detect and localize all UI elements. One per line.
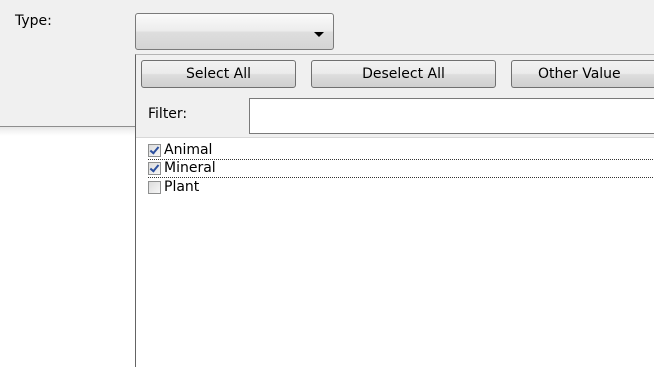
list-item-label: Animal xyxy=(164,142,213,158)
checkbox-plant[interactable] xyxy=(148,180,161,194)
checkbox-mineral[interactable] xyxy=(148,162,161,175)
value-checklist: Animal Mineral Plant xyxy=(148,142,654,196)
other-value-button[interactable]: Other Value xyxy=(511,60,654,88)
type-combo-box[interactable] xyxy=(135,13,334,50)
list-item-label: Plant xyxy=(164,178,200,195)
type-label: Type: xyxy=(15,13,52,29)
filter-input[interactable] xyxy=(249,98,654,134)
filter-label: Filter: xyxy=(148,106,188,122)
list-item-plant[interactable]: Plant xyxy=(148,178,654,196)
popup-toolbar: Select All Deselect All Other Value Filt… xyxy=(136,55,654,138)
dropdown-arrow-icon[interactable] xyxy=(314,32,324,37)
list-item-label: Mineral xyxy=(164,160,216,176)
checkbox-animal[interactable] xyxy=(148,144,161,157)
deselect-all-button[interactable]: Deselect All xyxy=(311,60,496,88)
list-item-mineral[interactable]: Mineral xyxy=(148,160,654,178)
list-item-animal[interactable]: Animal xyxy=(148,142,654,160)
type-dropdown-popup: Select All Deselect All Other Value Filt… xyxy=(135,54,654,367)
select-all-button[interactable]: Select All xyxy=(141,60,296,88)
